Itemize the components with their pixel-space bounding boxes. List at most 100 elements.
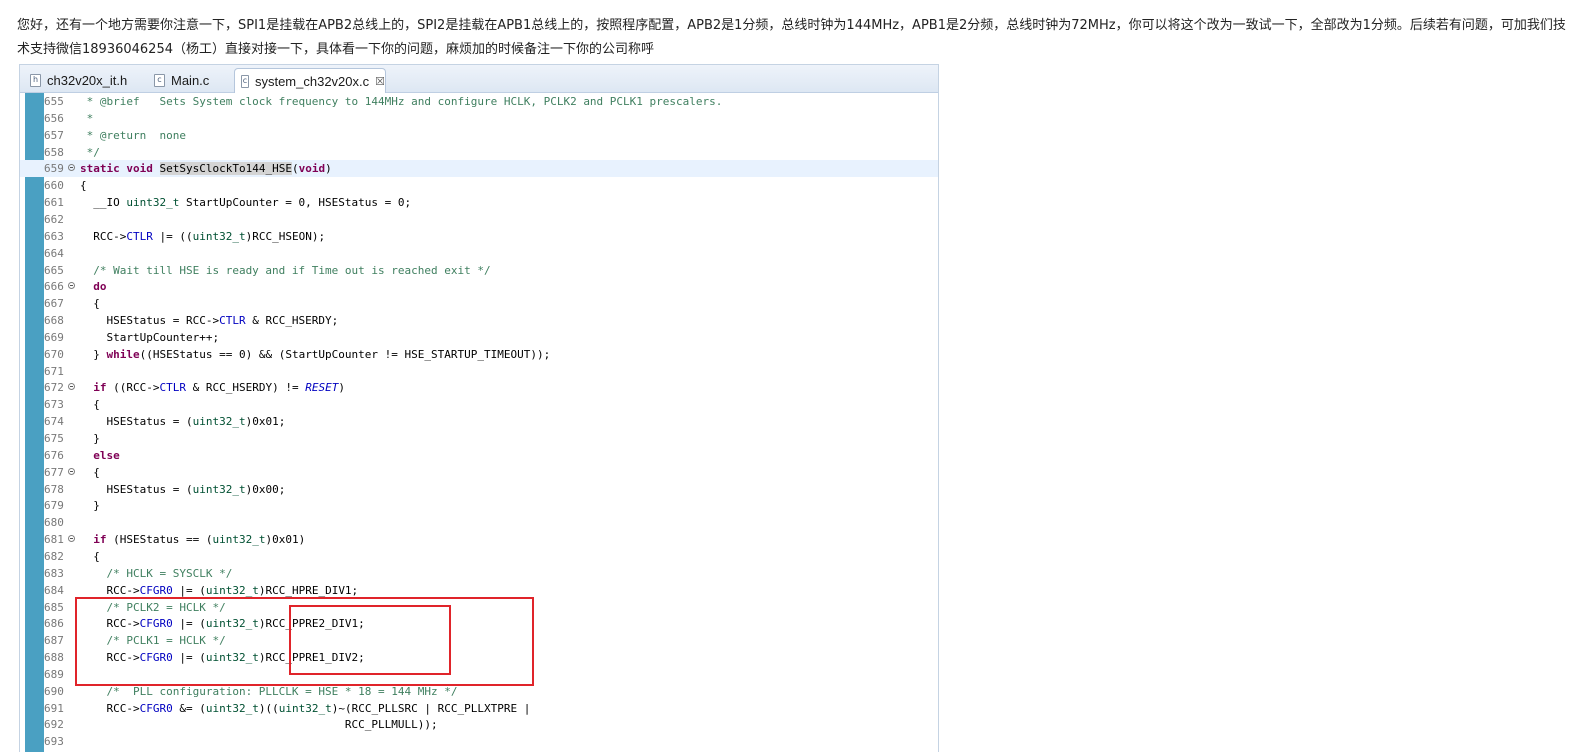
code-line: 667 { bbox=[20, 295, 938, 312]
tab-ch32v20x-it-h[interactable]: h ch32v20x_it.h bbox=[24, 68, 148, 92]
line-number: 693 bbox=[44, 735, 64, 749]
line-number: 667 bbox=[44, 297, 64, 311]
code-token: { bbox=[80, 179, 87, 193]
code-text: * @return none bbox=[80, 127, 186, 144]
line-number: 682 bbox=[44, 549, 64, 563]
line-number: 690 bbox=[44, 684, 64, 698]
close-tab-icon[interactable]: ☒ bbox=[375, 75, 385, 88]
code-line: 672 if ((RCC->CTLR & RCC_HSERDY) != RESE… bbox=[20, 379, 938, 396]
code-text: RCC->CTLR |= ((uint32_t)RCC_HSEON); bbox=[80, 228, 325, 245]
line-number: 671 bbox=[44, 364, 64, 378]
line-number: 670 bbox=[44, 347, 64, 361]
code-text: else bbox=[80, 447, 120, 464]
line-number: 692 bbox=[44, 718, 64, 732]
line-number: 666 bbox=[44, 280, 64, 294]
code-text: do bbox=[80, 278, 106, 295]
code-line: 668 HSEStatus = RCC->CTLR & RCC_HSERDY; bbox=[20, 312, 938, 329]
code-text: { bbox=[80, 396, 100, 413]
line-number: 662 bbox=[44, 212, 64, 226]
code-line: 656 * bbox=[20, 110, 938, 127]
code-token: CTLR bbox=[159, 381, 186, 395]
line-number: 674 bbox=[44, 415, 64, 429]
code-token: )~(RCC_PLLSRC | RCC_PLLXTPRE | bbox=[331, 701, 531, 715]
code-token: CFGR0 bbox=[139, 701, 173, 715]
code-text: */ bbox=[80, 144, 100, 161]
line-number: 672 bbox=[44, 381, 64, 395]
line-number: 688 bbox=[44, 651, 64, 665]
line-number: 659 bbox=[44, 162, 64, 176]
code-text: HSEStatus = (uint32_t)0x01; bbox=[80, 413, 285, 430]
code-token: else bbox=[93, 448, 120, 462]
code-token: void bbox=[126, 162, 153, 176]
h-file-icon: h bbox=[30, 73, 41, 87]
code-token: )(( bbox=[258, 701, 279, 715]
line-number: 669 bbox=[44, 330, 64, 344]
line-number: 673 bbox=[44, 398, 64, 412]
line-number: 678 bbox=[44, 482, 64, 496]
support-message: 您好，还有一个地方需要你注意一下，SPI1是挂载在APB2总线上的，SPI2是挂… bbox=[17, 18, 1566, 57]
code-token: { bbox=[80, 297, 100, 311]
code-token: */ bbox=[80, 145, 100, 159]
line-number: 684 bbox=[44, 583, 64, 597]
code-text: RCC_PLLMULL)); bbox=[80, 716, 438, 733]
line-number: 687 bbox=[44, 634, 64, 648]
fold-toggle-icon[interactable] bbox=[68, 282, 75, 290]
code-token: static bbox=[80, 162, 120, 176]
code-text: } bbox=[80, 430, 100, 447]
code-token: RCC-> bbox=[80, 229, 127, 243]
code-token: if bbox=[93, 381, 107, 395]
line-number: 657 bbox=[44, 128, 64, 142]
code-line: 663 RCC->CTLR |= ((uint32_t)RCC_HSEON); bbox=[20, 228, 938, 245]
line-number: 658 bbox=[44, 145, 64, 159]
line-number: 686 bbox=[44, 617, 64, 631]
code-token: RCC_PLLMULL)); bbox=[80, 718, 438, 732]
tab-label: ch32v20x_it.h bbox=[47, 72, 128, 88]
line-number: 665 bbox=[44, 263, 64, 277]
code-text: __IO uint32_t StartUpCounter = 0, HSESta… bbox=[80, 194, 411, 211]
code-line: 673 { bbox=[20, 396, 938, 413]
code-text: RCC->CFGR0 &= (uint32_t)((uint32_t)~(RCC… bbox=[80, 700, 530, 717]
tab-main-c[interactable]: c Main.c bbox=[148, 68, 234, 92]
code-token: )0x01; bbox=[245, 415, 286, 429]
line-number: 685 bbox=[44, 600, 64, 614]
code-text: } while((HSEStatus == 0) && (StartUpCoun… bbox=[80, 346, 550, 363]
code-text: { bbox=[80, 548, 100, 565]
code-line: 675 } bbox=[20, 430, 938, 447]
editor-tab-bar: h ch32v20x_it.h c Main.c c system_ch32v2… bbox=[20, 65, 938, 93]
tab-label: system_ch32v20x.c bbox=[254, 73, 370, 89]
code-token: ) bbox=[325, 162, 332, 176]
code-token: CTLR bbox=[219, 314, 246, 328]
fold-toggle-icon[interactable] bbox=[68, 383, 75, 391]
code-text: if ((RCC->CTLR & RCC_HSERDY) != RESET) bbox=[80, 379, 345, 396]
code-line: 662 bbox=[20, 211, 938, 228]
line-number: 683 bbox=[44, 566, 64, 580]
code-line: 680 bbox=[20, 514, 938, 531]
code-text: { bbox=[80, 464, 100, 481]
code-token: CFGR0 bbox=[139, 583, 173, 597]
code-token: )0x01) bbox=[265, 533, 306, 547]
code-token: { bbox=[80, 549, 100, 563]
line-number: 663 bbox=[44, 229, 64, 243]
code-token: |= ( bbox=[172, 583, 206, 597]
fold-toggle-icon[interactable] bbox=[68, 164, 75, 172]
tab-system-ch32v20x-c[interactable]: c system_ch32v20x.c ☒ bbox=[234, 68, 386, 93]
code-token: SetSysClockTo144_HSE bbox=[159, 162, 292, 176]
code-line: 664 bbox=[20, 245, 938, 262]
code-token: uint32_t bbox=[192, 415, 246, 429]
code-text: StartUpCounter++; bbox=[80, 329, 219, 346]
fold-toggle-icon[interactable] bbox=[68, 467, 75, 475]
fold-toggle-icon[interactable] bbox=[68, 535, 75, 543]
line-number: 656 bbox=[44, 111, 64, 125]
code-token: * @brief Sets System clock frequency to … bbox=[80, 95, 723, 108]
c-file-icon: c bbox=[241, 74, 249, 88]
code-token: } bbox=[80, 499, 100, 513]
code-token: StartUpCounter = 0, HSEStatus = 0; bbox=[179, 196, 412, 210]
code-text: { bbox=[80, 177, 87, 194]
line-number: 681 bbox=[44, 533, 64, 547]
code-token: HSEStatus = RCC-> bbox=[80, 314, 220, 328]
code-line: 677 { bbox=[20, 464, 938, 481]
code-token: HSEStatus = ( bbox=[80, 415, 193, 429]
code-token: )RCC_HPRE_DIV1; bbox=[258, 583, 359, 597]
